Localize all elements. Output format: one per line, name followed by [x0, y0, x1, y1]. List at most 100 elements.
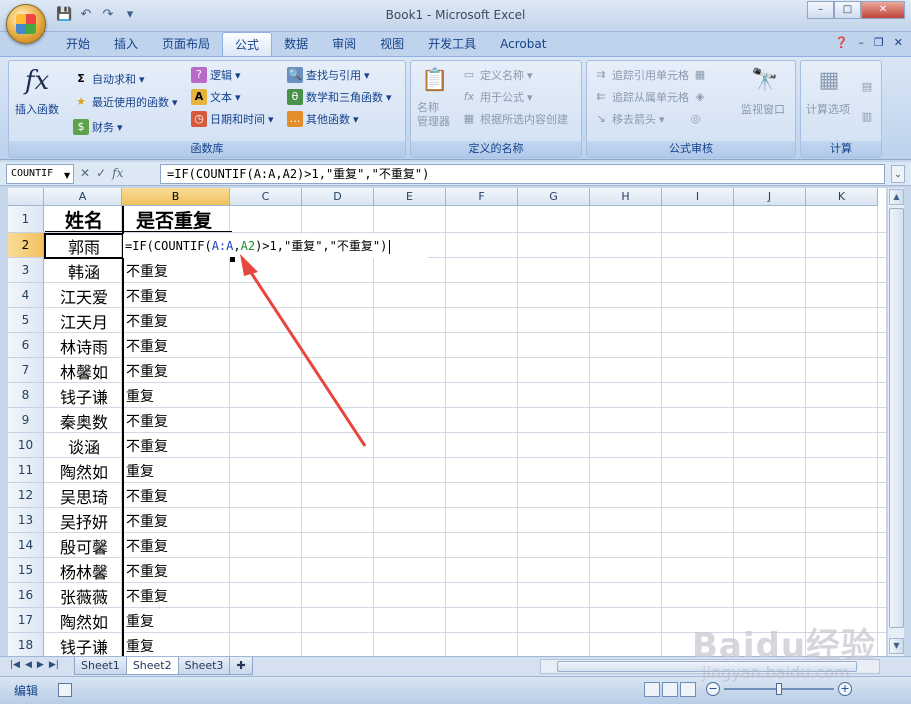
cell-a4[interactable]: 江天爱 — [45, 283, 123, 308]
cell-b16[interactable]: 不重复 — [124, 583, 232, 608]
row-header-7[interactable]: 7 — [8, 358, 44, 383]
office-button[interactable] — [6, 4, 46, 44]
insert-function-icon[interactable]: fx — [21, 65, 53, 97]
cell-a16[interactable]: 张薇薇 — [45, 583, 123, 608]
sheet-tab-3[interactable]: Sheet3 — [177, 657, 231, 675]
page-break-view-icon[interactable] — [680, 682, 696, 697]
more-functions-button[interactable]: … 其他函数 ▾ — [287, 111, 359, 127]
cell-b18[interactable]: 重复 — [124, 633, 232, 656]
column-header-g[interactable]: G — [518, 188, 590, 206]
name-manager-button[interactable]: 名称 管理器 — [417, 101, 450, 129]
column-header-a[interactable]: A — [44, 188, 122, 206]
calc-now-icon[interactable]: ▤ — [859, 79, 875, 95]
text-button[interactable]: A 文本 ▾ — [191, 89, 241, 105]
tab-formulas[interactable]: 公式 — [222, 32, 273, 56]
cell-b10[interactable]: 不重复 — [124, 433, 232, 458]
tab-acrobat[interactable]: Acrobat — [488, 32, 558, 56]
row-header-3[interactable]: 3 — [8, 258, 44, 283]
macro-record-icon[interactable] — [58, 683, 72, 697]
chevron-down-icon[interactable]: ▼ — [64, 171, 70, 180]
logical-button[interactable]: ? 逻辑 ▾ — [191, 67, 241, 83]
column-header-f[interactable]: F — [446, 188, 518, 206]
row-header-5[interactable]: 5 — [8, 308, 44, 333]
cell-b1[interactable]: 是否重复 — [124, 206, 232, 233]
column-header-i[interactable]: I — [662, 188, 734, 206]
column-header-h[interactable]: H — [590, 188, 662, 206]
create-from-selection-button[interactable]: ▦ 根据所选内容创建 — [461, 111, 568, 127]
vertical-scroll-thumb[interactable] — [889, 208, 904, 628]
lookup-button[interactable]: 🔍 查找与引用 ▾ — [287, 67, 370, 83]
cell-b7[interactable]: 不重复 — [124, 358, 232, 383]
next-sheet-icon[interactable]: ▶ — [37, 660, 44, 670]
insert-function-button[interactable]: 插入函数 — [15, 101, 59, 117]
row-header-1[interactable]: 1 — [8, 206, 44, 233]
column-header-d[interactable]: D — [302, 188, 374, 206]
first-sheet-icon[interactable]: |◀ — [10, 660, 20, 670]
cell-a1[interactable]: 姓名 — [45, 206, 123, 233]
cell-a3[interactable]: 韩涵 — [45, 258, 123, 283]
vertical-scrollbar[interactable]: ▲ ▼ — [887, 188, 904, 656]
define-name-button[interactable]: ▭ 定义名称 ▾ — [461, 67, 533, 83]
cell-b11[interactable]: 重复 — [124, 458, 232, 483]
row-header-16[interactable]: 16 — [8, 583, 44, 608]
cell-a9[interactable]: 秦奥数 — [45, 408, 123, 433]
row-header-8[interactable]: 8 — [8, 383, 44, 408]
datetime-button[interactable]: ◷ 日期和时间 ▾ — [191, 111, 274, 127]
tab-review[interactable]: 审阅 — [320, 32, 368, 56]
editing-cell-b2[interactable]: =IF(COUNTIF(A:A,A2)>1,"重复","不重复") — [123, 234, 428, 258]
insert-sheet-icon[interactable]: ✚ — [229, 657, 253, 675]
row-header-14[interactable]: 14 — [8, 533, 44, 558]
help-icon[interactable]: ❓ — [835, 36, 849, 49]
cell-a15[interactable]: 杨林馨 — [45, 558, 123, 583]
cell-a12[interactable]: 吴思琦 — [45, 483, 123, 508]
horizontal-scrollbar[interactable] — [540, 659, 880, 674]
calc-options-button[interactable]: 计算选项 — [806, 101, 850, 117]
cell-a11[interactable]: 陶然如 — [45, 458, 123, 483]
cell-b3[interactable]: 不重复 — [124, 258, 232, 283]
close-button[interactable]: ✕ — [861, 1, 905, 19]
tab-insert[interactable]: 插入 — [102, 32, 150, 56]
zoom-knob[interactable] — [776, 683, 782, 695]
expand-formula-bar-icon[interactable]: ⌄ — [891, 165, 905, 183]
remove-arrows-button[interactable]: ↘ 移去箭头 ▾ ◎ — [593, 111, 704, 127]
cell-a18[interactable]: 钱子谦 — [45, 633, 123, 657]
column-header-k[interactable]: K — [806, 188, 878, 206]
autosum-button[interactable]: Σ 自动求和 ▾ — [73, 71, 144, 87]
cell-a10[interactable]: 谈涵 — [45, 433, 123, 458]
zoom-out-icon[interactable]: − — [706, 682, 720, 696]
ribbon-restore-icon[interactable]: ❐ — [874, 36, 884, 49]
show-formulas-icon[interactable]: ▦ — [692, 67, 708, 83]
minimize-button[interactable]: – — [807, 1, 834, 19]
cell-a13[interactable]: 吴抒妍 — [45, 508, 123, 533]
tab-page-layout[interactable]: 页面布局 — [150, 32, 222, 56]
sheet-tab-2[interactable]: Sheet2 — [125, 657, 179, 675]
cell-a6[interactable]: 林诗雨 — [45, 333, 123, 358]
cell-a17[interactable]: 陶然如 — [45, 608, 123, 633]
row-header-10[interactable]: 10 — [8, 433, 44, 458]
calc-sheet-icon[interactable]: ▥ — [859, 109, 875, 125]
select-all-corner[interactable] — [8, 188, 44, 206]
cell-b8[interactable]: 重复 — [124, 383, 232, 408]
scroll-up-icon[interactable]: ▲ — [889, 189, 904, 205]
scroll-down-icon[interactable]: ▼ — [889, 638, 904, 654]
row-header-9[interactable]: 9 — [8, 408, 44, 433]
tab-developer[interactable]: 开发工具 — [416, 32, 488, 56]
maximize-button[interactable]: □ — [834, 1, 861, 19]
row-header-12[interactable]: 12 — [8, 483, 44, 508]
cell-b5[interactable]: 不重复 — [124, 308, 232, 333]
evaluate-icon[interactable]: ◎ — [688, 111, 704, 127]
error-check-icon[interactable]: ◈ — [692, 89, 708, 105]
insert-function-fx-icon[interactable]: fx — [112, 166, 123, 180]
trace-precedents-button[interactable]: ⇉ 追踪引用单元格 ▦ — [593, 67, 708, 83]
worksheet-grid[interactable]: ABCDEFGHIJK 1 2 3 4 5 6 7 8 9 10 11 12 13 14 15 16 17 18 … — [8, 188, 886, 656]
row-header-18[interactable]: 18 — [8, 633, 44, 656]
enter-icon[interactable]: ✓ — [96, 166, 106, 180]
zoom-in-icon[interactable]: + — [838, 682, 852, 696]
row-header-2[interactable]: 2 — [8, 233, 44, 258]
prev-sheet-icon[interactable]: ◀ — [25, 660, 32, 670]
column-header-b[interactable]: B — [122, 188, 230, 206]
fill-handle[interactable] — [230, 257, 235, 262]
ribbon-minimize-icon[interactable]: – — [858, 36, 864, 49]
column-header-j[interactable]: J — [734, 188, 806, 206]
trace-dependents-button[interactable]: ⇇ 追踪从属单元格 ◈ — [593, 89, 708, 105]
